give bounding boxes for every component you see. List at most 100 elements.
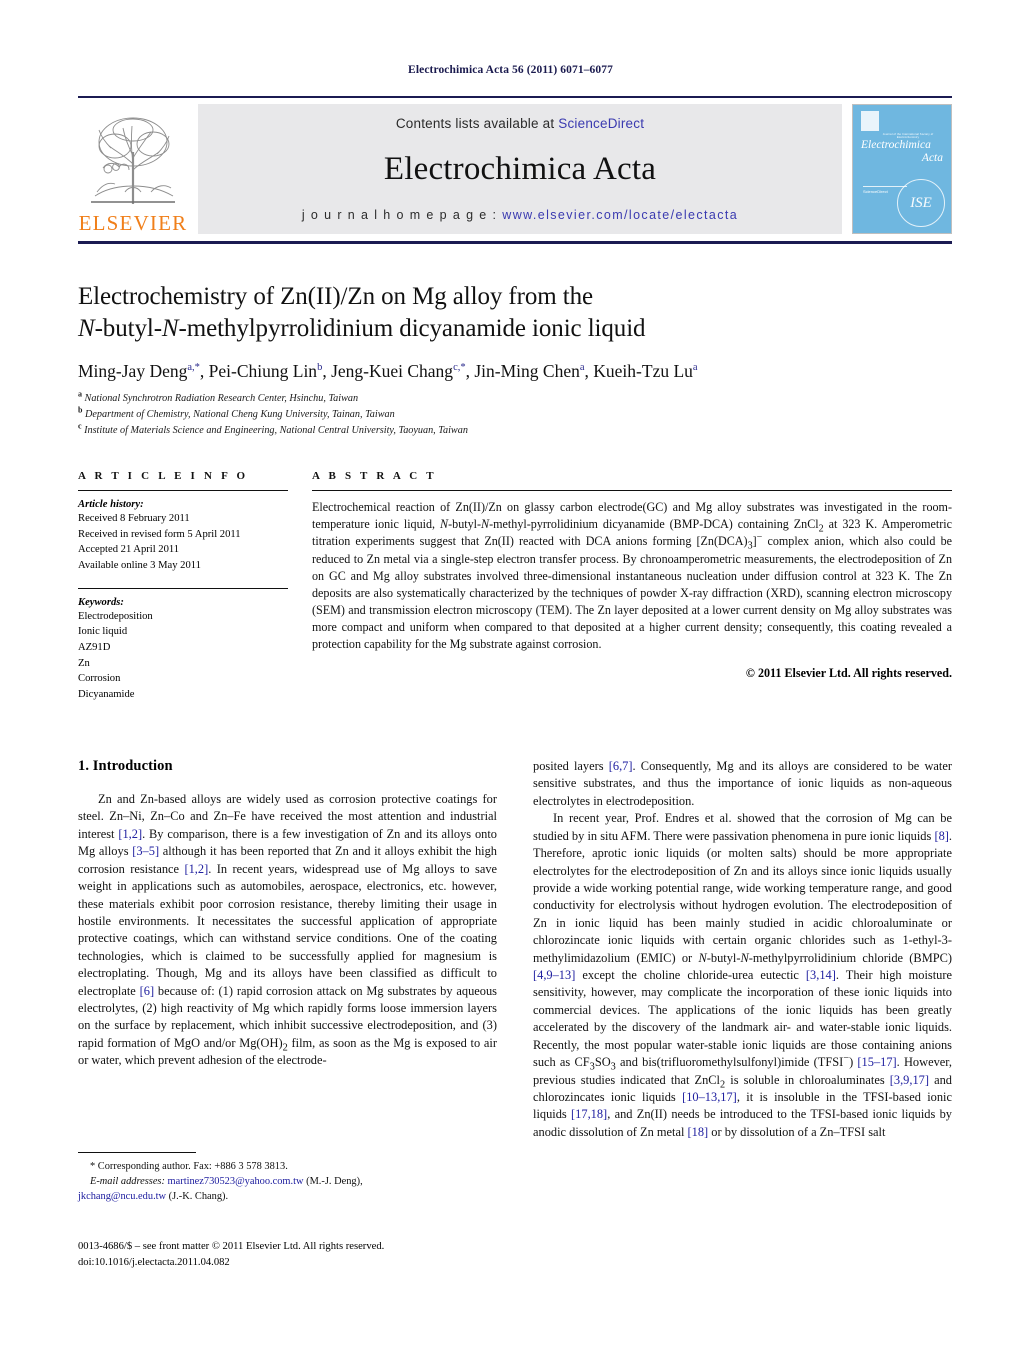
- keyword-item: Dicyanamide: [78, 689, 135, 701]
- citation-link[interactable]: [8]: [934, 829, 948, 843]
- abstract-italic-n: N: [440, 517, 449, 532]
- body-column-left: 1. Introduction Zn and Zn-based alloys a…: [78, 758, 497, 1141]
- abstract-italic-n: N: [481, 517, 490, 532]
- history-item: Available online 3 May 2011: [78, 560, 201, 572]
- citation-link[interactable]: [3,9,17]: [890, 1073, 929, 1087]
- title-block: Electrochemistry of Zn(II)/Zn on Mg allo…: [78, 281, 868, 438]
- citation-link[interactable]: [1,2]: [118, 827, 142, 841]
- citation-link[interactable]: [6]: [140, 984, 154, 998]
- para-seg: or by dissolution of a Zn–TFSI salt: [708, 1124, 886, 1139]
- affiliation-mark-c: c: [78, 421, 82, 431]
- author-marks-4[interactable]: a: [693, 362, 698, 373]
- keyword-item: Ionic liquid: [78, 626, 128, 638]
- citation-link[interactable]: [17,18]: [571, 1107, 607, 1121]
- abstract-text: Electrochemical reaction of Zn(II)/Zn on…: [312, 499, 952, 654]
- keyword-item: Electrodeposition: [78, 610, 153, 622]
- citation-link[interactable]: [15–17]: [857, 1055, 896, 1069]
- journal-band: Contents lists available at ScienceDirec…: [198, 104, 842, 234]
- journal-title: Electrochimica Acta: [383, 151, 657, 187]
- doi-line[interactable]: doi:10.1016/j.electacta.2011.04.082: [78, 1255, 538, 1271]
- body-columns: 1. Introduction Zn and Zn-based alloys a…: [78, 758, 952, 1141]
- intro-paragraph-2: In recent year, Prof. Endres et al. show…: [533, 810, 952, 1141]
- para-seg: -butyl-: [706, 950, 741, 965]
- title-line-2-n2: N: [161, 314, 179, 342]
- email-label: E-mail addresses:: [90, 1176, 165, 1188]
- footnote-rule: [78, 1152, 196, 1153]
- abstract-seg: -butyl-: [448, 517, 482, 532]
- author-name-2: Jeng-Kuei Chang: [331, 361, 454, 381]
- para-seg: except the choline chloride-urea eutecti…: [575, 968, 806, 983]
- para-seg: . Their high moisture sensitivity, howev…: [533, 968, 952, 1070]
- cover-elsevier-mark-icon: [861, 111, 879, 131]
- keyword-item: Corrosion: [78, 673, 121, 685]
- keywords-rule: [78, 587, 288, 589]
- para-seg: is soluble in chloroaluminates: [725, 1072, 890, 1087]
- abstract-column: A B S T R A C T Electrochemical reaction…: [306, 470, 952, 703]
- citation-link[interactable]: [18]: [688, 1125, 709, 1139]
- journal-homepage-link[interactable]: www.elsevier.com/locate/electacta: [502, 208, 738, 222]
- affiliation-text-c: Institute of Materials Science and Engin…: [84, 424, 468, 436]
- email-link-1[interactable]: martinez730523@yahoo.com.tw: [168, 1176, 304, 1187]
- contents-available-line: Contents lists available at ScienceDirec…: [396, 116, 644, 131]
- elsevier-logo: ELSEVIER: [78, 104, 188, 234]
- email-addresses-line: E-mail addresses: martinez730523@yahoo.c…: [78, 1174, 497, 1189]
- title-line-1: Electrochemistry of Zn(II)/Zn on Mg allo…: [78, 283, 593, 310]
- citation-link[interactable]: [3,14]: [806, 968, 836, 982]
- running-head: Electrochimica Acta 56 (2011) 6071–6077: [408, 64, 613, 76]
- affiliation-mark-a: a: [78, 389, 82, 399]
- title-line-2-b: -butyl-: [94, 314, 162, 342]
- masthead-bottom-rule: [78, 241, 952, 244]
- affiliation-item: b Department of Chemistry, National Chen…: [78, 406, 868, 423]
- citation-link[interactable]: [1,2]: [184, 862, 208, 876]
- page-title: Electrochemistry of Zn(II)/Zn on Mg allo…: [78, 281, 868, 344]
- email-owner-1: (M.-J. Deng),: [303, 1176, 363, 1188]
- keyword-item: AZ91D: [78, 642, 111, 654]
- para-seg: -methylpyrrolidinium chloride (BMPC): [748, 950, 952, 965]
- imprint-block: 0013-4686/$ – see front matter © 2011 El…: [78, 1239, 538, 1271]
- affiliation-item: a National Synchrotron Radiation Researc…: [78, 389, 868, 407]
- article-info-column: A R T I C L E I N F O Article history: R…: [78, 470, 306, 703]
- abstract-copyright: © 2011 Elsevier Ltd. All rights reserved…: [745, 665, 952, 680]
- author-list: Ming-Jay Denga,*, Pei-Chiung Linb, Jeng-…: [78, 361, 698, 381]
- history-item: Received in revised form 5 April 2011: [78, 528, 241, 540]
- email-owner-2: (J.-K. Chang).: [166, 1191, 229, 1203]
- article-history-label: Article history:: [78, 499, 144, 510]
- sciencedirect-link[interactable]: ScienceDirect: [558, 116, 644, 131]
- intro-paragraph-1: Zn and Zn-based alloys are widely used a…: [78, 791, 497, 1070]
- keyword-item: Zn: [78, 657, 90, 669]
- journal-article-page: Electrochimica Acta 56 (2011) 6071–6077: [0, 0, 1021, 1351]
- citation-link[interactable]: [6,7]: [609, 759, 633, 773]
- affiliation-item: c Institute of Materials Science and Eng…: [78, 421, 868, 439]
- citation-link[interactable]: [4,9–13]: [533, 968, 575, 982]
- email-link-2[interactable]: jkchang@ncu.edu.tw: [78, 1191, 166, 1202]
- citation-link[interactable]: [3–5]: [132, 844, 159, 858]
- para-italic-n: N: [698, 950, 707, 965]
- homepage-prefix: j o u r n a l h o m e p a g e :: [301, 208, 503, 222]
- para-seg: SO: [594, 1055, 611, 1070]
- para-seg: . In recent years, widespread use of Mg …: [78, 861, 498, 998]
- abstract-heading: A B S T R A C T: [312, 470, 437, 482]
- author-marks-1[interactable]: b: [317, 362, 322, 373]
- body-column-right: posited layers [6,7]. Consequently, Mg a…: [533, 758, 952, 1141]
- affiliation-list: a National Synchrotron Radiation Researc…: [78, 389, 868, 439]
- author-marks-0[interactable]: a,*: [187, 362, 200, 373]
- article-info-heading: A R T I C L E I N F O: [78, 470, 249, 482]
- para-seg: In recent year, Prof. Endres et al. show…: [533, 811, 952, 843]
- cover-title-line1: Electrochimica: [861, 139, 931, 151]
- history-item: Received 8 February 2011: [78, 513, 190, 524]
- article-info-rule: [78, 490, 288, 491]
- section-heading-introduction: 1. Introduction: [78, 758, 173, 774]
- keywords-label: Keywords:: [78, 596, 124, 608]
- author-name-4: Kueih-Tzu Lu: [593, 361, 693, 381]
- para-italic-n: N: [740, 950, 749, 965]
- citation-link[interactable]: [10–13,17]: [682, 1090, 737, 1104]
- journal-cover-thumbnail: Journal of the International Society of …: [852, 104, 952, 234]
- para-seg: posited layers: [533, 759, 609, 773]
- issn-copyright-line: 0013-4686/$ – see front matter © 2011 El…: [78, 1241, 385, 1252]
- author-marks-3[interactable]: a: [580, 362, 585, 373]
- author-name-0: Ming-Jay Deng: [78, 361, 188, 381]
- author-marks-2[interactable]: c,*: [453, 362, 466, 373]
- contents-prefix: Contents lists available at: [395, 116, 559, 131]
- abstract-rule: [312, 490, 952, 491]
